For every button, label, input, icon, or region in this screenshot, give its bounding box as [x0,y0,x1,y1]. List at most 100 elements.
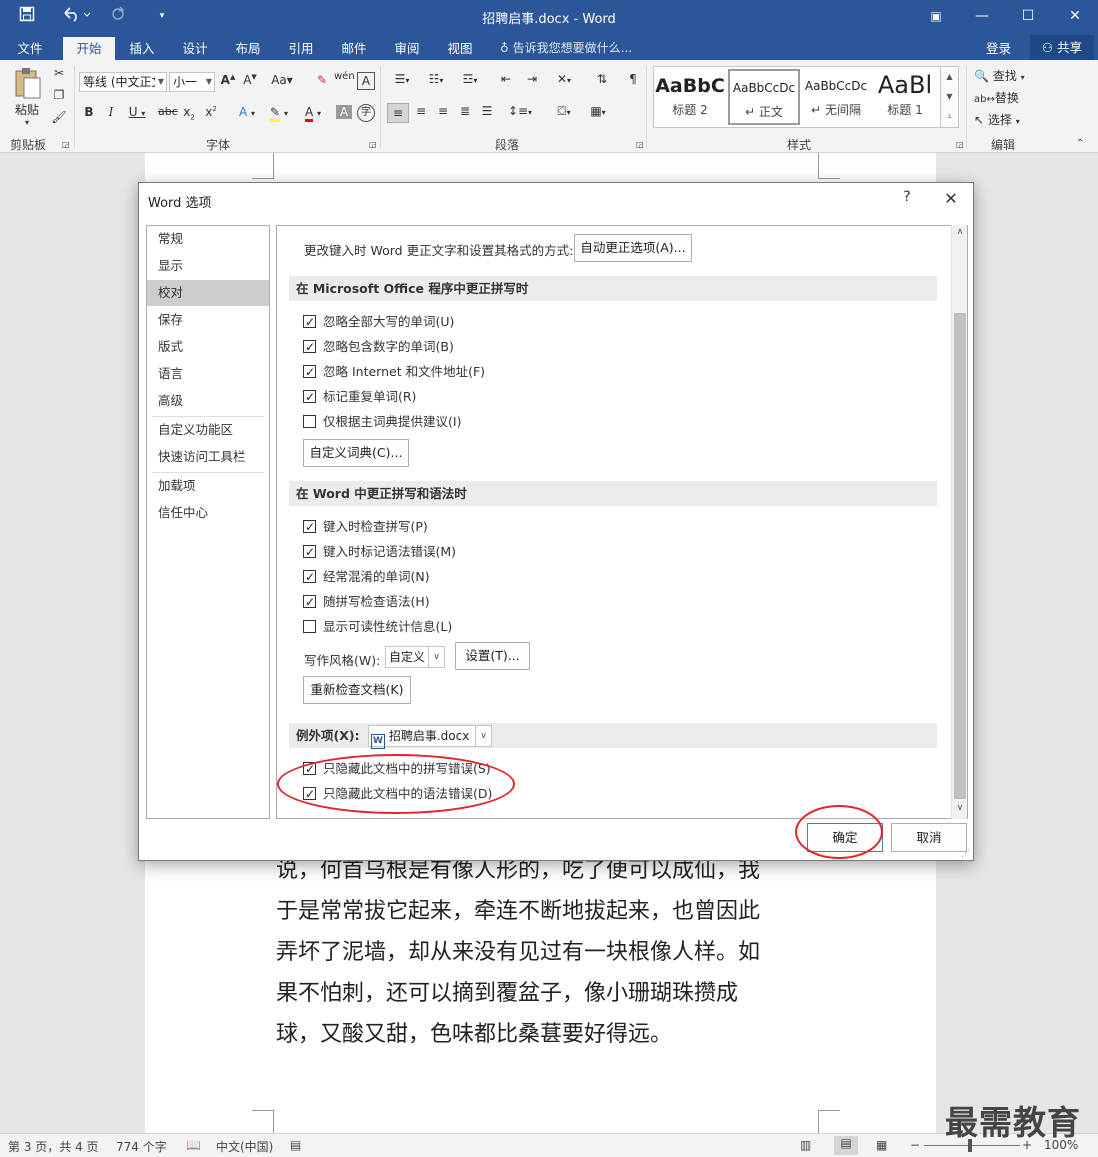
login-link[interactable]: 登录 [986,37,1011,60]
nav-advanced[interactable]: 高级 [147,388,269,414]
text-effects-icon[interactable]: A ▾ [234,105,260,119]
options-scrollbar[interactable]: ∧ ∨ [951,225,967,819]
font-name-combo[interactable]: 等线 (中文正文)▼ [79,72,167,92]
print-layout-icon[interactable]: ▤ [834,1136,858,1155]
sort-icon[interactable]: ⇅ [592,72,612,86]
cancel-button[interactable]: 取消 [891,823,967,852]
nav-addins[interactable]: 加载项 [147,473,269,499]
option-main-dictionary-only[interactable]: 仅根据主词典提供建议(I) [303,412,461,432]
align-left-icon[interactable]: ≡ [387,103,409,123]
option-mark-grammar[interactable]: 键入时标记语法错误(M) [303,542,456,562]
nav-general[interactable]: 常规 [147,226,269,252]
numbering-icon[interactable]: ☷▾ [422,72,450,86]
macro-record-icon[interactable]: ▤ [290,1138,301,1152]
collapse-ribbon-icon[interactable]: ⌃ [1076,138,1084,149]
show-marks-icon[interactable]: ¶ [624,72,642,86]
select-button[interactable]: ↖ 选择 ▾ [974,111,1020,128]
nav-quick-access-toolbar[interactable]: 快速访问工具栏 [147,444,269,470]
writing-style-select[interactable]: 自定义 ∨ [385,646,445,668]
checkbox[interactable] [303,387,316,407]
dialog-launcher-icon[interactable]: ◲ [62,140,70,149]
close-icon[interactable]: ✕ [941,189,961,208]
dialog-launcher-icon[interactable]: ◲ [369,140,377,149]
tab-layout[interactable]: 布局 [224,37,272,60]
change-case-icon[interactable]: Aa▾ [270,73,294,87]
tab-view[interactable]: 视图 [436,37,484,60]
align-center-icon[interactable]: ≡ [411,104,431,118]
custom-dictionaries-button[interactable]: 自定义词典(C)... [303,439,409,467]
chevron-down-icon[interactable]: ∨ [952,803,968,813]
option-flag-repeated[interactable]: 标记重复单词(R) [303,387,416,407]
zoom-slider[interactable] [924,1145,1020,1146]
checkbox[interactable] [303,517,316,537]
chevron-up-icon[interactable]: ∧ [952,227,968,237]
resize-grip-icon[interactable]: ⋰ [961,849,970,859]
document-scrollbar[interactable] [1080,153,1098,1133]
line-spacing-icon[interactable]: ↕≡▾ [506,104,534,118]
style-heading-2[interactable]: AaBbC 标题 2 [654,69,726,125]
autocorrect-options-button[interactable]: 自动更正选项(A)... [574,234,692,262]
checkbox[interactable] [303,415,316,428]
option-confused-words[interactable]: 经常混淆的单词(N) [303,567,430,587]
borders-icon[interactable]: ▦▾ [584,104,612,118]
italic-icon[interactable]: I [104,105,118,119]
superscript-icon[interactable]: x2 [204,105,218,119]
bullets-icon[interactable]: ☰▾ [388,72,416,86]
checkbox[interactable] [303,567,316,587]
character-border-icon[interactable]: A [357,72,375,90]
replace-button[interactable]: ab↔替换 [974,89,1019,106]
style-normal[interactable]: AaBbCcDc ↵ 正文 [728,69,800,125]
grammar-settings-button[interactable]: 设置(T)... [455,642,530,670]
character-shading-icon[interactable]: A [336,105,352,119]
nav-typography[interactable]: 版式 [147,334,269,360]
share-button[interactable]: ⚇ 共享 [1030,35,1094,60]
nav-proofing[interactable]: 校对 [147,280,269,306]
increase-indent-icon[interactable]: ⇥ [522,72,542,86]
grow-font-icon[interactable]: A▲ [220,73,236,87]
paste-button[interactable]: 粘贴 ▾ [10,66,44,130]
font-size-combo[interactable]: 小一 ▼ [169,72,215,92]
option-check-spelling[interactable]: 键入时检查拼写(P) [303,517,428,537]
dialog-launcher-icon[interactable]: ◲ [956,140,964,149]
format-painter-icon[interactable]: 🖌 [50,110,68,124]
option-ignore-internet[interactable]: 忽略 Internet 和文件地址(F) [303,362,485,382]
checkbox[interactable] [303,312,316,332]
option-check-grammar[interactable]: 随拼写检查语法(H) [303,592,430,612]
web-layout-icon[interactable]: ▦ [876,1138,887,1152]
find-button[interactable]: 🔍 查找 ▾ [974,67,1025,84]
nav-language[interactable]: 语言 [147,361,269,387]
shading-icon[interactable]: ⛋▾ [550,104,578,119]
recheck-document-button[interactable]: 重新检查文档(K) [303,676,411,704]
close-icon[interactable]: ✕ [1052,0,1098,33]
more-icon[interactable]: ⩡ [941,107,958,127]
underline-icon[interactable]: U ▾ [126,105,148,119]
subscript-icon[interactable]: x2 [182,105,196,121]
scroll-thumb[interactable] [954,313,966,799]
word-count[interactable]: 774 个字 [116,1138,167,1155]
shrink-font-icon[interactable]: A▼ [242,73,258,87]
chinese-layout-icon[interactable]: ✕▾ [550,72,578,86]
option-ignore-numbers[interactable]: 忽略包含数字的单词(B) [303,337,454,357]
bold-icon[interactable]: B [82,105,96,119]
tab-review[interactable]: 审阅 [383,37,431,60]
clear-formatting-icon[interactable]: ✎ [313,73,331,87]
dialog-launcher-icon[interactable]: ◲ [636,140,644,149]
checkbox[interactable] [303,620,316,633]
document-text[interactable]: 说，何首乌根是有像人形的，吃了便可以成仙，我 于是常常拔它起来，牵连不断地拔起来… [276,850,816,1055]
style-no-spacing[interactable]: AaBbCcDc ↵ 无间隔 [800,69,872,125]
align-right-icon[interactable]: ≡ [433,104,453,118]
chevron-down-icon[interactable]: ▼ [941,87,958,107]
tab-design[interactable]: 设计 [171,37,219,60]
multilevel-list-icon[interactable]: ☲▾ [456,72,484,86]
tell-me-box[interactable]: ♁ 告诉我您想要做什么... [500,37,632,60]
page-count[interactable]: 第 3 页，共 4 页 [8,1138,99,1155]
option-ignore-uppercase[interactable]: 忽略全部大写的单词(U) [303,312,454,332]
phonetic-guide-icon[interactable]: wén [334,71,355,82]
nav-customize-ribbon[interactable]: 自定义功能区 [147,417,269,443]
strikethrough-icon[interactable]: abc [158,105,178,118]
option-readability[interactable]: 显示可读性统计信息(L) [303,617,452,637]
enclose-characters-icon[interactable]: 字 [357,104,375,122]
tab-insert[interactable]: 插入 [118,37,166,60]
maximize-icon[interactable]: ☐ [1005,0,1051,33]
tab-file[interactable]: 文件 [6,37,54,60]
